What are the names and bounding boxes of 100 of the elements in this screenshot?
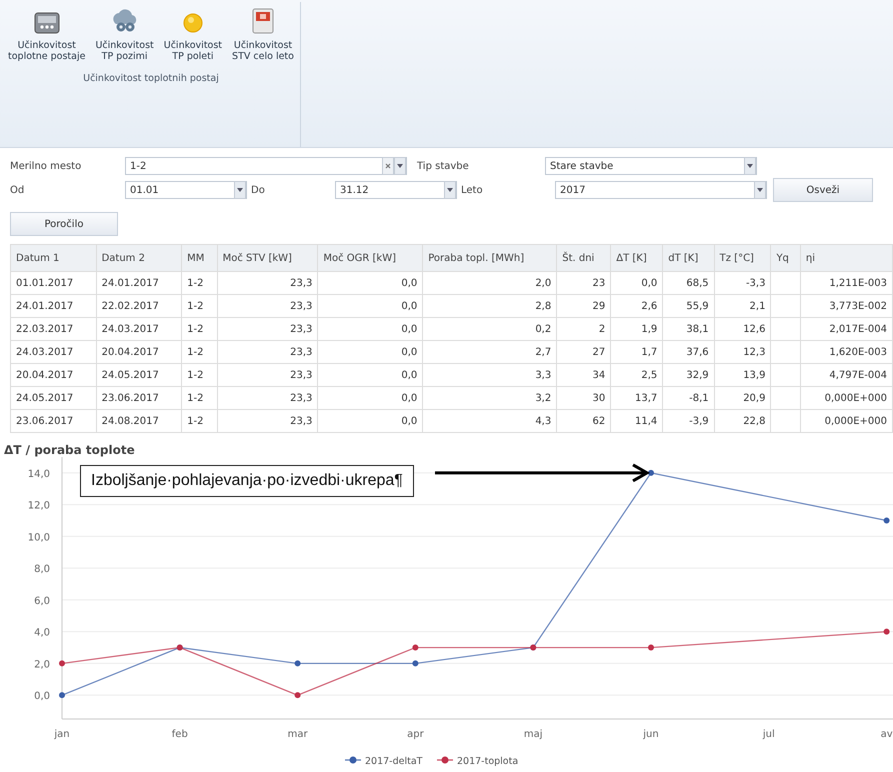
table-cell: 1-2 <box>182 410 218 432</box>
y-tick-label: 6,0 <box>34 596 50 607</box>
x-tick-label: feb <box>172 729 188 740</box>
table-cell: 24.03.2017 <box>96 318 182 340</box>
table-cell: 2,7 <box>422 340 557 364</box>
column-header[interactable]: Tz [°C] <box>714 244 771 272</box>
table-cell: 4,797E-004 <box>800 364 892 386</box>
table-cell: 13,9 <box>714 364 771 386</box>
y-tick-label: 4,0 <box>34 628 50 639</box>
ribbon-button[interactable]: Učinkovitost TP poleti <box>162 2 224 65</box>
table-cell: 24.05.2017 <box>10 386 96 410</box>
column-header[interactable]: Št. dni <box>556 244 611 272</box>
table-cell: 1,7 <box>610 340 663 364</box>
legend-item[interactable]: 2017-deltaT <box>344 756 422 767</box>
table-cell: 3,773E-002 <box>800 294 892 318</box>
x-tick-label: av <box>880 729 893 740</box>
clear-icon[interactable] <box>382 157 394 175</box>
column-header[interactable]: Moč OGR [kW] <box>318 244 423 272</box>
table-cell: 32,9 <box>662 364 714 386</box>
column-header[interactable]: Poraba topl. [MWh] <box>422 244 557 272</box>
annotation-callout: Izboljšanje·pohlajevanja·po·izvedbi·ukrepa¶ <box>80 465 414 497</box>
table-cell: 0,0 <box>318 386 423 410</box>
field-label: Leto <box>460 184 484 196</box>
y-tick-label: 12,0 <box>28 500 50 512</box>
data-point <box>648 470 654 476</box>
table-cell: 23,3 <box>217 410 318 432</box>
y-tick-label: 14,0 <box>28 468 50 480</box>
combo-field[interactable]: 2017 <box>555 181 767 199</box>
column-header[interactable]: Datum 2 <box>96 244 182 272</box>
x-tick-label: maj <box>524 729 543 740</box>
combo-field[interactable]: 1-2 <box>125 157 407 175</box>
table-cell: -3,9 <box>662 410 714 432</box>
table-cell: 3,2 <box>422 386 557 410</box>
date-field[interactable]: 01.01 <box>125 181 247 199</box>
table-cell: -8,1 <box>662 386 714 410</box>
table-cell: 0,0 <box>318 272 423 294</box>
table-cell: 0,0 <box>318 364 423 386</box>
table-cell: 23.06.2017 <box>96 386 182 410</box>
table-cell: 0,000E+000 <box>800 410 892 432</box>
table-cell: 23,3 <box>217 364 318 386</box>
column-header[interactable]: Moč STV [kW] <box>217 244 318 272</box>
table-cell: 13,7 <box>610 386 663 410</box>
table-cell: 22.03.2017 <box>10 318 96 340</box>
data-point <box>59 660 65 666</box>
table-cell: 62 <box>556 410 611 432</box>
column-header[interactable]: Yq <box>770 244 800 272</box>
column-header[interactable]: dT [K] <box>662 244 714 272</box>
field-label: Do <box>250 184 266 196</box>
report-button[interactable]: Poročilo <box>10 212 118 236</box>
table-cell: 24.05.2017 <box>96 364 182 386</box>
data-point <box>294 692 301 698</box>
refresh-button[interactable]: Osveži <box>773 178 873 202</box>
table-cell: 0,0 <box>318 318 423 340</box>
table-cell: 20.04.2017 <box>10 364 96 386</box>
table-cell: 24.03.2017 <box>10 340 96 364</box>
legend-item[interactable]: 2017-toplota <box>436 756 518 767</box>
x-tick-label: mar <box>288 729 308 740</box>
table-cell: 3,3 <box>422 364 557 386</box>
table-cell: 29 <box>556 294 611 318</box>
y-tick-label: 10,0 <box>28 532 50 544</box>
table-cell: 23,3 <box>217 340 318 364</box>
table-cell: 20.04.2017 <box>96 340 182 364</box>
x-tick-label: jul <box>762 729 775 740</box>
calendar-icon <box>252 8 274 34</box>
data-point <box>648 644 654 651</box>
table-cell: 20,9 <box>714 386 771 410</box>
table-cell: 01.01.2017 <box>10 272 96 294</box>
column-header[interactable]: Datum 1 <box>10 244 96 272</box>
table-cell: 68,5 <box>662 272 714 294</box>
ribbon-button[interactable]: Učinkovitost toplotne postaje <box>6 2 88 65</box>
table-cell: -3,3 <box>714 272 771 294</box>
field-label: Od <box>10 184 26 196</box>
column-header[interactable]: ΔT [K] <box>610 244 663 272</box>
x-tick-label: jun <box>643 729 659 740</box>
table-cell: 1-2 <box>182 340 218 364</box>
group-label: Učinkovitost toplotnih postaj <box>82 72 220 84</box>
table-cell: 1-2 <box>182 272 218 294</box>
field-label: Merilno mesto <box>10 160 82 172</box>
table-cell: 30 <box>556 386 611 410</box>
data-point <box>294 660 301 666</box>
table-cell: 24.01.2017 <box>10 294 96 318</box>
table-cell: 1-2 <box>182 386 218 410</box>
table-cell: 1,9 <box>610 318 663 340</box>
table-cell: 1,211E-003 <box>800 272 892 294</box>
table-cell: 34 <box>556 364 611 386</box>
date-field[interactable]: 31.12 <box>335 181 457 199</box>
table-cell: 23,3 <box>217 318 318 340</box>
table-cell: 23,3 <box>217 294 318 318</box>
column-header[interactable]: ηi <box>800 244 892 272</box>
combo-field[interactable]: Stare stavbe <box>545 157 757 175</box>
y-tick-label: 8,0 <box>34 564 50 576</box>
ribbon-button[interactable]: Učinkovitost STV celo leto <box>230 2 296 65</box>
table-cell: 22.02.2017 <box>96 294 182 318</box>
data-point <box>412 660 418 666</box>
table-cell: 24.08.2017 <box>96 410 182 432</box>
table-cell: 24.01.2017 <box>96 272 182 294</box>
ribbon-button[interactable]: Učinkovitost TP pozimi <box>93 2 156 65</box>
field-label: Tip stavbe <box>416 160 470 172</box>
column-header[interactable]: MM <box>182 244 218 272</box>
table-cell: 23 <box>556 272 611 294</box>
